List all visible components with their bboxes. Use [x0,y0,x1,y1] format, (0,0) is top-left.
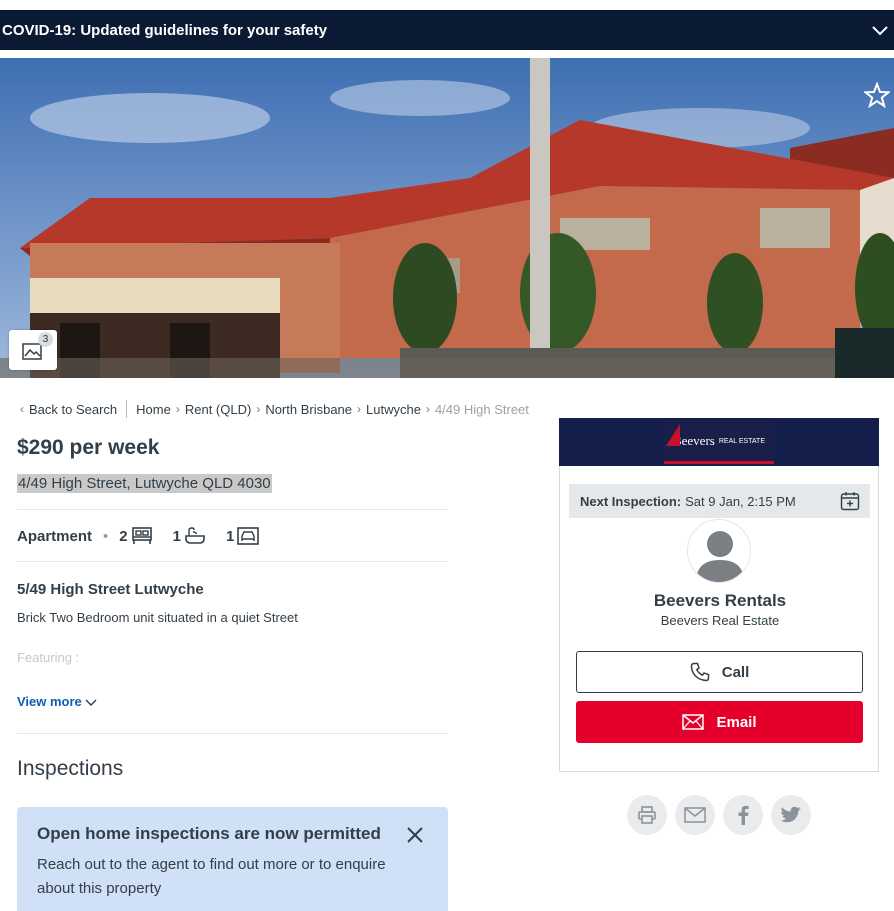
facebook-share-button[interactable] [723,795,763,835]
logo-mark [666,424,680,446]
breadcrumb-current: 4/49 High Street [434,401,529,417]
email-share-button[interactable] [675,795,715,835]
description-faded-text: Featuring : [17,650,80,665]
listing-address: 4/49 High Street, Lutwyche QLD 4030 [17,474,272,493]
envelope-icon [682,714,705,730]
twitter-share-button[interactable] [771,795,811,835]
covid-banner-text: COVID-19: Updated guidelines for your sa… [2,21,328,39]
chevron-right-icon: › [357,402,362,416]
view-more-link[interactable]: View more [17,694,98,709]
divider [17,509,448,510]
bedrooms-feature: 2 [119,527,152,545]
chevron-right-icon: › [175,402,180,416]
bed-icon [131,527,152,544]
print-icon [638,806,656,824]
email-button-label: Email [716,713,757,731]
bedrooms-count: 2 [119,527,128,545]
agent-name[interactable]: Beevers Rentals [560,591,880,611]
description-text: Brick Two Bedroom unit situated in a qui… [17,610,298,625]
next-inspection-value: Sat 9 Jan, 2:15 PM [685,493,796,509]
agent-agency: Beevers Real Estate [660,613,780,628]
next-inspection[interactable]: Next Inspection: Sat 9 Jan, 2:15 PM [569,484,870,518]
notice-body: Reach out to the agent to find out more … [37,856,386,897]
share-actions [627,795,811,835]
add-to-calendar-icon[interactable] [840,491,860,511]
divider [17,733,448,734]
description-title: 5/49 High Street Lutwyche [17,581,204,598]
agent-card: Next Inspection: Sat 9 Jan, 2:15 PM Beev… [559,466,879,772]
property-photo [0,58,894,378]
breadcrumb-home[interactable]: Home [136,402,171,417]
chevron-left-icon: ‹ [20,402,24,416]
favourite-star-icon[interactable] [864,82,890,108]
person-silhouette-icon [696,531,744,582]
logo-subtext: REAL ESTATE [718,438,766,445]
separator-dot: • [103,527,109,545]
back-to-search-link[interactable]: Back to Search [29,402,117,417]
inspections-heading: Inspections [17,757,124,780]
bathrooms-count: 1 [172,527,181,545]
chevron-right-icon: › [425,402,430,416]
divider [17,561,448,562]
listing-price: $290 per week [17,436,160,459]
close-icon[interactable] [406,826,424,844]
bath-icon [185,527,205,544]
parking-feature: 1 [225,527,260,545]
view-more-label: View more [17,694,82,709]
print-button[interactable] [627,795,667,835]
chevron-right-icon: › [256,402,261,416]
phone-icon [690,662,709,682]
next-inspection-label: Next Inspection: [580,493,682,509]
covid-banner[interactable]: COVID-19: Updated guidelines for your sa… [0,10,894,50]
breadcrumb-lutwyche[interactable]: Lutwyche [366,402,421,417]
car-icon [237,527,260,545]
call-button[interactable]: Call [576,651,863,693]
property-type: Apartment [17,527,93,545]
email-button[interactable]: Email [576,701,863,743]
chevron-down-icon [85,699,97,706]
breadcrumb: ‹ Back to Search Home › Rent (QLD) › Nor… [20,400,529,418]
agent-avatar [687,519,751,583]
breadcrumb-separator [126,400,128,418]
photo-count-badge: 3 [38,332,53,347]
bathrooms-feature: 1 [173,527,206,545]
chevron-down-icon[interactable] [870,20,890,40]
envelope-icon [684,807,706,823]
parking-count: 1 [225,527,235,545]
agency-logo: Beevers REAL ESTATE [664,420,774,464]
facebook-icon [738,805,749,825]
property-features: Apartment • 2 1 1 [17,524,279,548]
inspection-notice: Open home inspections are now permitted … [17,807,448,911]
gallery-button[interactable]: 3 [9,330,57,370]
call-button-label: Call [721,663,750,681]
notice-title: Open home inspections are now permitted [37,824,381,843]
breadcrumb-rent-qld[interactable]: Rent (QLD) [185,402,251,417]
hero-photo[interactable]: 3 [0,58,894,378]
twitter-icon [780,806,801,823]
agency-banner[interactable]: Beevers REAL ESTATE [559,418,879,466]
breadcrumb-north-brisbane[interactable]: North Brisbane [265,402,352,417]
